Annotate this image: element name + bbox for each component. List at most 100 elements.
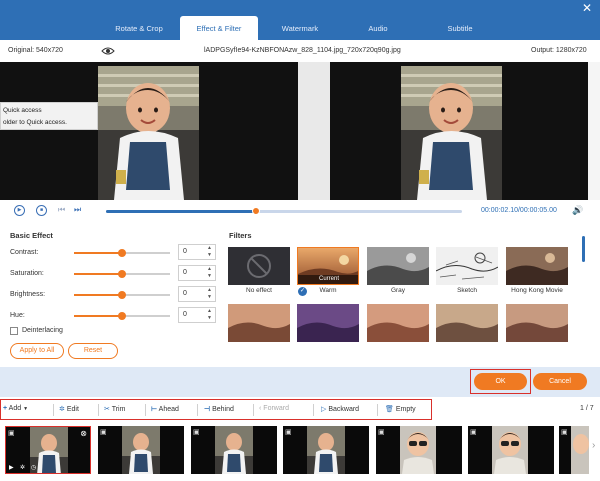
filter-thumbnail[interactable] (297, 304, 359, 342)
time-readout: 00:00:02.10/00:00:05.00 (481, 207, 557, 214)
empty-button[interactable]: 🗑 Empty (385, 405, 416, 413)
chevron-right-icon[interactable]: › (592, 440, 595, 451)
filters-title: Filters (229, 231, 252, 240)
playback-bar: ▶ ■ ⏮ ⏭ 00:00:02.10/00:00:05.00 🔊 (0, 200, 600, 222)
filter-label: Gray (390, 287, 406, 294)
filter-thumbnail[interactable] (436, 304, 498, 342)
previous-frame-icon[interactable]: ⏮ (58, 205, 65, 215)
plus-icon: + (3, 405, 8, 412)
play-icon[interactable]: ▶ (14, 205, 25, 216)
output-resolution: Output: 1280x720 (531, 47, 587, 54)
contrast-slider[interactable] (74, 249, 170, 257)
eye-icon[interactable] (101, 46, 115, 56)
filter-sketch[interactable] (436, 247, 498, 285)
filmstrip: ▣ ⊗ ▶ ✲ ◷ ▣ ▣ ▣ ▣ ▣ ▣ › (0, 422, 600, 481)
clock-icon[interactable]: ◷ (31, 464, 36, 471)
output-photo (400, 66, 503, 200)
info-line: Original: 540x720 lADPGSyfIe94-KzNBFONAz… (0, 40, 600, 62)
stop-icon[interactable]: ■ (36, 205, 47, 216)
image-icon: ▣ (561, 429, 568, 436)
play-icon[interactable]: ▶ (9, 464, 14, 471)
filter-thumbnail[interactable] (367, 304, 429, 342)
saturation-label: Saturation: (10, 270, 44, 277)
original-photo (98, 66, 199, 200)
brightness-value[interactable]: 0 ▲ ▼ (178, 286, 216, 302)
remove-clip-icon[interactable]: ⊗ (80, 429, 87, 438)
edit-button[interactable]: ✲ Edit (59, 405, 79, 413)
clip-thumbnail[interactable]: ▣ (468, 426, 554, 474)
ahead-button[interactable]: ⊢ Ahead (151, 405, 179, 413)
filter-gray[interactable] (367, 247, 429, 285)
next-frame-icon[interactable]: ⏭ (74, 205, 81, 215)
preview-scrollbar[interactable] (588, 62, 600, 200)
hue-label: Hue: (10, 312, 25, 319)
reset-button[interactable]: Reset (68, 343, 118, 359)
quick-access-text: older to Quick access. (3, 119, 67, 126)
filter-warm[interactable]: Current (297, 247, 359, 285)
close-icon[interactable]: ✕ (582, 1, 592, 15)
trash-icon: 🗑 (385, 406, 394, 413)
brightness-label: Brightness: (10, 291, 46, 298)
apply-to-all-button[interactable]: Apply to All (10, 343, 64, 359)
preview-area (0, 62, 600, 200)
effect-icon[interactable]: ✲ (20, 464, 25, 471)
clip-thumbnail[interactable]: ▣ ⊗ ▶ ✲ ◷ (5, 426, 91, 474)
brightness-slider[interactable] (74, 291, 170, 299)
basic-effect-title: Basic Effect (10, 231, 53, 240)
insert-ahead-icon: ⊢ (151, 406, 158, 413)
saturation-slider[interactable] (74, 270, 170, 278)
volume-icon[interactable]: 🔊 (572, 205, 583, 216)
contrast-slider-handle[interactable] (118, 249, 126, 257)
contrast-label: Contrast: (10, 249, 39, 256)
trim-button[interactable]: ✂ Trim (104, 405, 125, 413)
tab-rotate-crop[interactable]: Rotate & Crop (96, 16, 182, 40)
filters-scrollbar[interactable] (582, 236, 585, 262)
clip-thumbnail[interactable]: ▣ (98, 426, 184, 474)
add-button[interactable]: + Add ▼ (3, 405, 28, 412)
current-badge: Current (298, 275, 358, 284)
page-indicator: 1 / 7 (580, 405, 594, 412)
filter-label: Sketch (457, 287, 477, 294)
saturation-slider-handle[interactable] (118, 270, 126, 278)
playback-handle[interactable] (251, 207, 260, 215)
hue-slider[interactable] (74, 312, 170, 320)
hue-slider-handle[interactable] (118, 312, 126, 320)
clip-thumbnail[interactable]: ▣ (191, 426, 277, 474)
image-icon: ▣ (100, 429, 107, 436)
deinterlacing-label: Deinterlacing (22, 327, 63, 334)
file-name: lADPGSyfIe94-KzNBFONAzw_828_1104.jpg_720… (204, 47, 401, 54)
image-icon: ▣ (8, 430, 15, 437)
playback-progress-fill (106, 210, 256, 213)
brightness-slider-handle[interactable] (118, 291, 126, 299)
saturation-value[interactable]: 0 ▲ ▼ (178, 265, 216, 281)
forward-button[interactable]: ‹ Forward (259, 405, 289, 412)
ok-button[interactable]: OK (474, 373, 527, 390)
deinterlacing-checkbox[interactable] (10, 327, 18, 335)
filter-no-effect[interactable] (228, 247, 290, 285)
forward-icon: ‹ (259, 405, 262, 412)
clip-thumbnail[interactable]: ▣ (376, 426, 462, 474)
filter-thumbnail[interactable] (506, 304, 568, 342)
tab-watermark[interactable]: Watermark (262, 16, 338, 40)
filter-thumbnail[interactable] (228, 304, 290, 342)
insert-behind-icon: ⊣ (204, 406, 211, 413)
tab-subtitle[interactable]: Subtitle (420, 16, 500, 40)
image-icon: ▣ (193, 429, 200, 436)
filter-hong-kong-movie[interactable] (506, 247, 568, 285)
image-icon: ▣ (470, 429, 477, 436)
filter-label: No effect (246, 287, 272, 294)
backward-button[interactable]: ▷ Backward (321, 405, 359, 413)
contrast-value[interactable]: 0 ▲ ▼ (178, 244, 216, 260)
tab-audio[interactable]: Audio (340, 16, 416, 40)
cancel-button[interactable]: Cancel (533, 373, 587, 390)
scissors-icon: ✂ (104, 406, 110, 413)
hue-value[interactable]: 0 ▲ ▼ (178, 307, 216, 323)
clip-thumbnail[interactable]: ▣ (283, 426, 369, 474)
tab-effect-filter[interactable]: Effect & Filter (180, 16, 258, 40)
filter-label: Hong Kong Movie (511, 287, 563, 294)
playback-progress[interactable] (106, 207, 462, 215)
clip-thumbnail[interactable]: ▣ (559, 426, 589, 474)
no-effect-icon (247, 254, 271, 278)
behind-button[interactable]: ⊣ Behind (204, 405, 234, 413)
clip-toolbar: + Add ▼ ✲ Edit ✂ Trim ⊢ Ahead ⊣ Behind ‹… (0, 399, 432, 420)
